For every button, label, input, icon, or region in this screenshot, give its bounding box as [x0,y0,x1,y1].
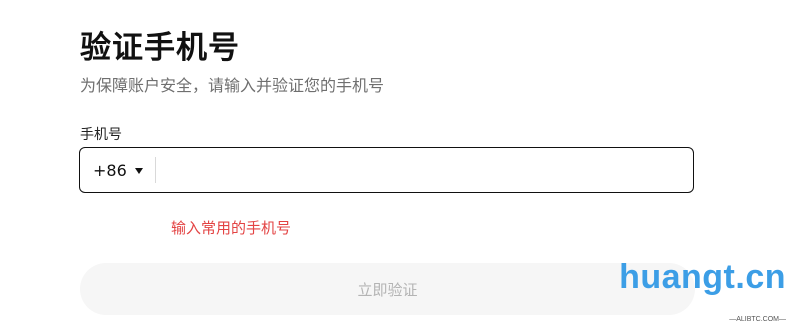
verify-phone-page: 验证手机号 为保障账户安全，请输入并验证您的手机号 手机号 +86 输入常用的手… [0,0,800,327]
phone-input-group: +86 [79,147,694,193]
verify-now-button[interactable]: 立即验证 [80,263,695,315]
country-code-selector[interactable]: +86 [80,148,155,192]
caret-down-icon [134,167,143,174]
watermark-text: huangt.cn [619,258,786,296]
phone-field-label: 手机号 [80,127,122,143]
page-subtitle: 为保障账户安全，请输入并验证您的手机号 [80,76,385,95]
country-code-value: +86 [93,160,127,180]
page-title: 验证手机号 [80,30,240,66]
phone-error-message: 输入常用的手机号 [171,219,292,237]
watermark: huangt.cn —ALIBTC.COM— [619,258,786,323]
phone-number-input[interactable] [155,148,693,192]
watermark-subtext: —ALIBTC.COM— [729,316,786,323]
